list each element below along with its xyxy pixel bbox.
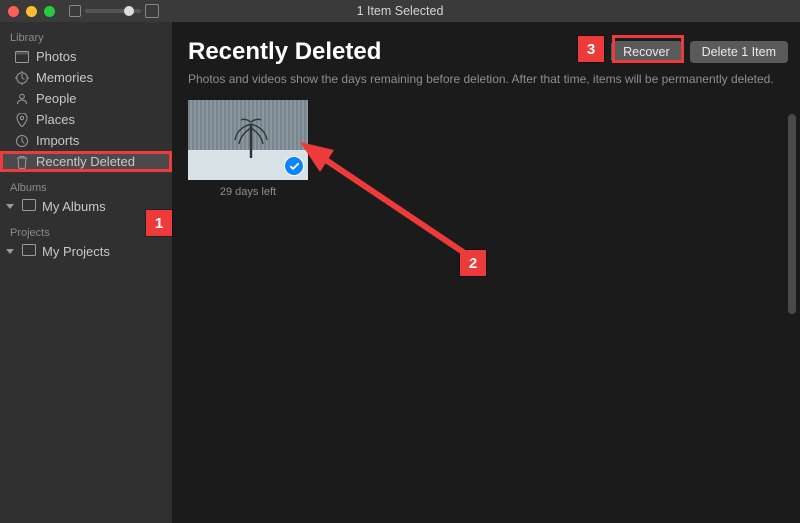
disclosure-triangle-icon	[6, 249, 14, 254]
places-icon	[14, 113, 29, 127]
sidebar-item-label: People	[36, 91, 76, 106]
sidebar-item-recently-deleted[interactable]: Recently Deleted	[0, 151, 172, 172]
main-content: Recently Deleted Recover Delete 1 Item P…	[172, 22, 800, 523]
sidebar-item-label: My Projects	[42, 244, 110, 259]
sidebar-item-photos[interactable]: Photos	[0, 46, 172, 67]
project-icon	[22, 244, 36, 259]
sidebar-section-library: Library	[0, 28, 172, 46]
annotation-callout-2: 2	[460, 250, 486, 276]
sidebar-item-label: Recently Deleted	[36, 154, 135, 169]
sidebar-item-people[interactable]: People	[0, 88, 172, 109]
trash-icon	[14, 155, 29, 169]
sidebar-item-memories[interactable]: Memories	[0, 67, 172, 88]
delete-button[interactable]: Delete 1 Item	[690, 41, 788, 63]
thumbnail-image	[188, 100, 308, 180]
scrollbar-thumb[interactable]	[788, 114, 796, 314]
recover-button[interactable]: Recover	[611, 41, 682, 63]
photos-icon	[14, 51, 29, 63]
sidebar-section-albums: Albums	[0, 178, 172, 196]
days-left-label: 29 days left	[188, 186, 308, 198]
photos-window: 1 Item Selected Library Photos Memories …	[0, 0, 800, 523]
sidebar-item-label: My Albums	[42, 199, 106, 214]
sidebar-item-label: Places	[36, 112, 75, 127]
window-body: Library Photos Memories People Places Im…	[0, 22, 800, 523]
page-description: Photos and videos show the days remainin…	[188, 72, 800, 86]
sidebar-item-label: Memories	[36, 70, 93, 85]
sidebar: Library Photos Memories People Places Im…	[0, 22, 172, 523]
sidebar-item-my-projects[interactable]: My Projects	[0, 241, 172, 262]
sidebar-item-imports[interactable]: Imports	[0, 130, 172, 151]
people-icon	[14, 92, 29, 106]
titlebar: 1 Item Selected	[0, 0, 800, 22]
sidebar-item-label: Photos	[36, 49, 76, 64]
selected-checkmark-icon	[284, 156, 304, 176]
sidebar-item-places[interactable]: Places	[0, 109, 172, 130]
memories-icon	[14, 71, 29, 85]
annotation-callout-3: 3	[578, 36, 604, 62]
annotation-callout-1: 1	[146, 210, 172, 236]
page-title: Recently Deleted	[188, 38, 611, 66]
disclosure-triangle-icon	[6, 204, 14, 209]
album-icon	[22, 199, 36, 214]
imports-icon	[14, 134, 29, 148]
thumbnail-subject	[231, 114, 271, 160]
sidebar-item-label: Imports	[36, 133, 79, 148]
vertical-scrollbar[interactable]	[786, 114, 798, 519]
header-row: Recently Deleted Recover Delete 1 Item	[188, 38, 800, 66]
photo-thumbnail[interactable]: 29 days left	[188, 100, 308, 198]
window-title: 1 Item Selected	[0, 4, 800, 18]
